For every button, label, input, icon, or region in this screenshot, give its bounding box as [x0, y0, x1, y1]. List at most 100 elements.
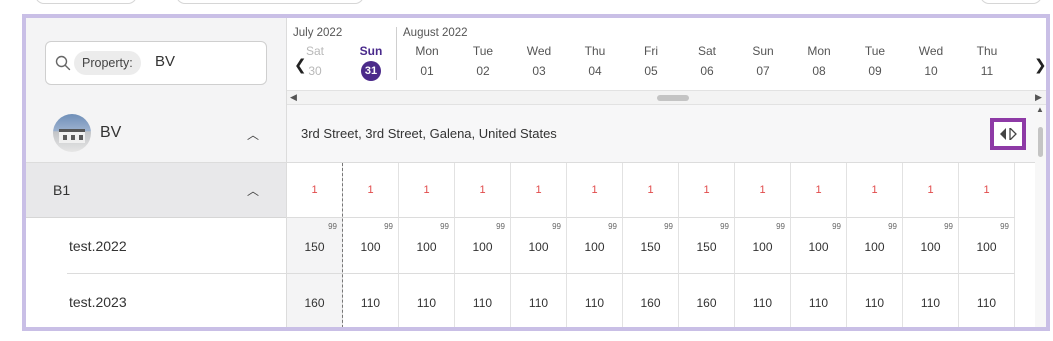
search-input-value[interactable]: BV — [155, 53, 175, 70]
availability-cell[interactable]: 1 — [287, 163, 343, 218]
today-date-badge: 31 — [343, 58, 399, 81]
rate-cell[interactable]: 99110 — [959, 274, 1015, 327]
rate-cell[interactable]: 99160 — [287, 274, 343, 327]
availability-count: 1 — [311, 184, 318, 196]
rate-cell[interactable]: 99 100 — [343, 218, 399, 274]
rate-cell[interactable]: 99110 — [735, 274, 791, 327]
expand-collapse-toggle-button[interactable] — [990, 118, 1026, 150]
date-column-header[interactable]: Fri 05 — [623, 44, 679, 78]
day-number: 05 — [644, 64, 658, 78]
availability-cell[interactable]: 1 — [399, 163, 455, 218]
top-toolbar-button[interactable] — [35, 0, 137, 4]
horizontal-scrollbar[interactable]: ◀ ▶ — [287, 90, 1046, 105]
date-column-header[interactable]: Thu 11 — [959, 44, 1015, 78]
rate-cell[interactable]: 99 100 — [399, 218, 455, 274]
rate-cell[interactable]: 99110 — [567, 274, 623, 327]
rate-cell[interactable]: 99 150 — [623, 218, 679, 274]
property-search-field[interactable]: Property: BV — [45, 41, 267, 85]
next-dates-button[interactable]: ❯ — [1034, 56, 1046, 74]
date-header: July 2022 August 2022 Sat 30 Sun 31 Mon 01 Tue… — [287, 18, 1046, 90]
rate-cell-subvalue: 99 — [440, 222, 449, 231]
availability-cell[interactable]: 1 — [511, 163, 567, 218]
day-number: 07 — [756, 64, 770, 78]
scroll-right-icon[interactable]: ▶ — [1035, 91, 1042, 104]
date-column-header[interactable]: Tue 09 — [847, 44, 903, 78]
rate-value: 100 — [976, 240, 997, 254]
property-name: BV — [100, 124, 122, 141]
day-number: 04 — [588, 64, 602, 78]
date-column-header[interactable]: Mon 01 — [399, 44, 455, 78]
availability-cell[interactable]: 1 — [735, 163, 791, 218]
rate-cell[interactable]: 99110 — [511, 274, 567, 327]
rate-cell[interactable]: 99 100 — [455, 218, 511, 274]
rate-cell[interactable]: 99 100 — [735, 218, 791, 274]
prev-dates-button[interactable]: ❮ — [294, 56, 307, 74]
availability-cell[interactable]: 1 — [567, 163, 623, 218]
availability-cell[interactable]: 1 — [959, 163, 1015, 218]
rate-cell[interactable]: 99 100 — [903, 218, 959, 274]
availability-cell[interactable]: 1 — [623, 163, 679, 218]
availability-cell[interactable]: 1 — [679, 163, 735, 218]
chevron-up-icon[interactable]: ︿ — [247, 182, 259, 199]
rate-cell[interactable]: 99 100 — [791, 218, 847, 274]
scroll-up-icon[interactable]: ▲ — [1036, 105, 1044, 114]
availability-cell[interactable]: 1 — [343, 163, 399, 218]
top-toolbar-button-right[interactable] — [980, 0, 1042, 4]
rate-cell-subvalue: 99 — [608, 222, 617, 231]
rate-cell[interactable]: 99 100 — [959, 218, 1015, 274]
rate-cell[interactable]: 99160 — [623, 274, 679, 327]
rate-plan-row[interactable]: test.2022 — [26, 218, 286, 274]
availability-cell[interactable]: 1 — [791, 163, 847, 218]
rate-value: 110 — [360, 296, 381, 310]
date-column-header[interactable]: Tue 02 — [455, 44, 511, 78]
scroll-left-icon[interactable]: ◀ — [290, 91, 297, 104]
rate-cell[interactable]: 99 150 — [287, 218, 343, 274]
rate-cell-subvalue: 99 — [944, 222, 953, 231]
availability-count: 1 — [927, 184, 934, 196]
availability-count: 1 — [983, 184, 990, 196]
horizontal-scroll-thumb[interactable] — [657, 95, 689, 101]
availability-count: 1 — [367, 184, 374, 196]
rate-cell[interactable]: 99110 — [455, 274, 511, 327]
rate-cell[interactable]: 99110 — [399, 274, 455, 327]
date-column-header[interactable]: Sat 06 — [679, 44, 735, 78]
date-column-header[interactable]: Wed 03 — [511, 44, 567, 78]
vertical-scrollbar[interactable]: ▲ — [1035, 105, 1046, 327]
rate-plan-name: test.2022 — [69, 238, 127, 254]
rate-value: 100 — [360, 240, 381, 254]
day-number: 03 — [532, 64, 546, 78]
date-column-header[interactable]: Sun 07 — [735, 44, 791, 78]
search-filter-chip[interactable]: Property: — [74, 51, 141, 75]
rate-cell[interactable]: 99110 — [847, 274, 903, 327]
availability-cell[interactable]: 1 — [455, 163, 511, 218]
rate-cell[interactable]: 99 100 — [511, 218, 567, 274]
property-row[interactable]: BV ︿ — [26, 106, 286, 163]
date-column-header[interactable]: Mon 08 — [791, 44, 847, 78]
chevron-up-icon[interactable]: ︿ — [247, 126, 259, 143]
date-column-header[interactable]: Sun 31 — [343, 44, 399, 81]
day-of-week: Sun — [752, 44, 774, 58]
rate-plan-row[interactable]: test.2023 — [26, 274, 286, 327]
availability-cell[interactable]: 1 — [903, 163, 959, 218]
search-icon — [55, 55, 71, 71]
rate-cell[interactable]: 99 150 — [679, 218, 735, 274]
availability-count: 1 — [759, 184, 766, 196]
room-type-row[interactable]: B1 ︿ — [26, 163, 286, 218]
availability-count: 1 — [703, 184, 710, 196]
availability-count: 1 — [591, 184, 598, 196]
day-number: 08 — [812, 64, 826, 78]
rate-value: 110 — [752, 296, 773, 310]
day-number: 09 — [868, 64, 882, 78]
vertical-scroll-thumb[interactable] — [1038, 127, 1043, 157]
date-column-header[interactable]: Wed 10 — [903, 44, 959, 78]
availability-cell[interactable]: 1 — [847, 163, 903, 218]
rate-cell[interactable]: 99160 — [679, 274, 735, 327]
date-column-header[interactable]: Thu 04 — [567, 44, 623, 78]
availability-count: 1 — [647, 184, 654, 196]
rate-cell[interactable]: 99110 — [903, 274, 959, 327]
top-toolbar-input[interactable] — [176, 0, 364, 4]
rate-cell[interactable]: 99 100 — [847, 218, 903, 274]
rate-cell[interactable]: 99110 — [791, 274, 847, 327]
rate-cell[interactable]: 99 100 — [567, 218, 623, 274]
rate-cell[interactable]: 99110 — [343, 274, 399, 327]
